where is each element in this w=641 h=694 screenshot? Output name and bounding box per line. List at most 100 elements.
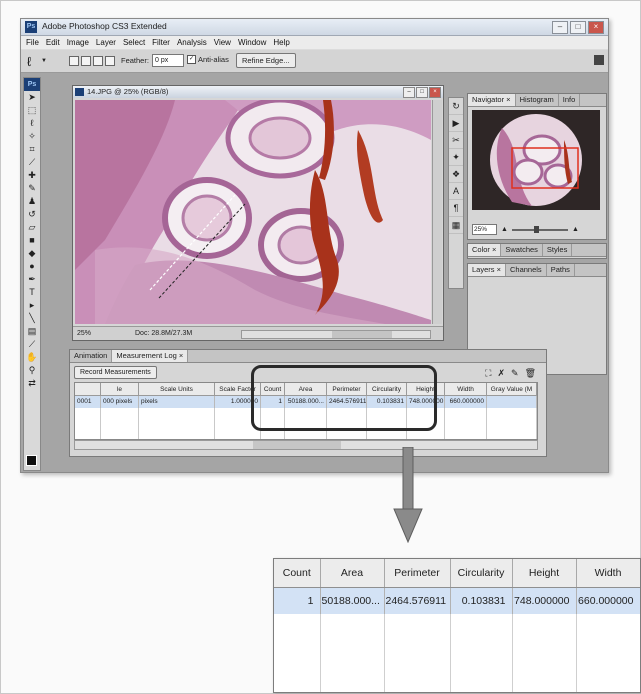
column-header[interactable] — [75, 383, 101, 396]
menu-filter[interactable]: Filter — [152, 38, 170, 47]
zoomed-header-row: Count Area Perimeter Circularity Height … — [274, 559, 640, 588]
tool-presets-icon[interactable]: ✂ — [449, 132, 463, 149]
info-panel-icon[interactable]: ▦ — [449, 217, 463, 234]
log-horizontal-scrollbar[interactable] — [74, 440, 538, 450]
hand-tool-icon[interactable]: ✋ — [24, 351, 40, 364]
history-panel-icon[interactable]: ↻ — [449, 98, 463, 115]
intersect-selection-icon[interactable] — [105, 56, 115, 66]
brushes-panel-icon[interactable]: ✦ — [449, 149, 463, 166]
menu-layer[interactable]: Layer — [96, 38, 116, 47]
zoom-in-icon[interactable]: ▲ — [572, 226, 579, 233]
tab-histogram[interactable]: Histogram — [516, 94, 559, 106]
menu-view[interactable]: View — [214, 38, 231, 47]
marquee-tool-icon[interactable]: ⬚ — [24, 104, 40, 117]
brush-tool-icon[interactable]: ✎ — [24, 182, 40, 195]
menu-analysis[interactable]: Analysis — [177, 38, 207, 47]
history-brush-icon[interactable]: ↺ — [24, 208, 40, 221]
gradient-tool-icon[interactable]: ■ — [24, 234, 40, 247]
tool-preset-dropdown-icon[interactable]: ▼ — [41, 58, 47, 64]
record-measurements-button[interactable]: Record Measurements — [74, 366, 157, 379]
navigator-thumbnail[interactable] — [472, 110, 600, 210]
scrollbar-thumb[interactable] — [332, 331, 392, 338]
color-swap-icon[interactable]: ⇄ — [24, 377, 40, 390]
doc-maximize-button[interactable]: □ — [416, 87, 428, 98]
zoom-tool-icon[interactable]: ⚲ — [24, 364, 40, 377]
scrollbar-thumb[interactable] — [253, 441, 341, 449]
tab-animation[interactable]: Animation — [70, 350, 113, 362]
antialias-checkbox[interactable]: ✓ Anti-alias — [187, 55, 229, 64]
navigator-zoom-slider[interactable] — [511, 225, 568, 233]
workspace-icon[interactable] — [594, 55, 604, 65]
table-cell: 000 pixels — [101, 396, 139, 408]
path-selection-icon[interactable]: ▸ — [24, 299, 40, 312]
maximize-button[interactable]: □ — [570, 21, 586, 34]
menu-select[interactable]: Select — [123, 38, 145, 47]
navigator-zoom-input[interactable]: 25% — [472, 224, 497, 235]
new-selection-icon[interactable] — [69, 56, 79, 66]
subtract-selection-icon[interactable] — [93, 56, 103, 66]
image-canvas[interactable] — [75, 100, 431, 324]
paragraph-panel-icon[interactable]: ¶ — [449, 200, 463, 217]
menu-edit[interactable]: Edit — [46, 38, 60, 47]
line-tool-icon[interactable]: ╲ — [24, 312, 40, 325]
close-button[interactable]: × — [588, 21, 604, 34]
table-cell: 0001 — [75, 396, 101, 408]
table-cell — [487, 396, 537, 408]
document-zoom-value[interactable]: 25% — [77, 327, 91, 340]
antialias-label: Anti-alias — [198, 55, 229, 64]
zoom-out-icon[interactable]: ▲ — [501, 226, 508, 233]
menu-file[interactable]: File — [26, 38, 39, 47]
lasso-tool-icon[interactable]: ℓ — [27, 54, 31, 69]
type-tool-icon[interactable]: T — [24, 286, 40, 299]
lasso-tool-icon[interactable]: ℓ — [24, 117, 40, 130]
minimize-button[interactable]: – — [552, 21, 568, 34]
refine-edge-button[interactable]: Refine Edge... — [236, 53, 296, 68]
add-to-selection-icon[interactable] — [81, 56, 91, 66]
doc-minimize-button[interactable]: – — [403, 87, 415, 98]
column-header[interactable]: Gray Value (M — [487, 383, 537, 396]
slice-tool-icon[interactable]: ⟋ — [24, 156, 40, 169]
tab-layers[interactable]: Layers × — [468, 264, 506, 276]
column-header[interactable]: le — [101, 383, 139, 396]
tab-navigator[interactable]: Navigator × — [468, 94, 516, 106]
eraser-tool-icon[interactable]: ▱ — [24, 221, 40, 234]
tab-info[interactable]: Info — [559, 94, 581, 106]
actions-panel-icon[interactable]: ▶ — [449, 115, 463, 132]
eyedropper-icon[interactable]: ⟋ — [24, 338, 40, 351]
deselect-icon[interactable]: ✗ — [497, 368, 505, 379]
tab-styles[interactable]: Styles — [543, 244, 573, 256]
slider-thumb[interactable] — [533, 225, 539, 233]
menu-help[interactable]: Help — [273, 38, 289, 47]
document-icon — [75, 88, 84, 96]
doc-close-button[interactable]: × — [429, 87, 441, 98]
menu-window[interactable]: Window — [238, 38, 266, 47]
figure-frame: Ps Adobe Photoshop CS3 Extended – □ × Fi… — [0, 0, 641, 694]
tab-paths[interactable]: Paths — [547, 264, 575, 276]
notes-tool-icon[interactable]: ▤ — [24, 325, 40, 338]
magic-wand-icon[interactable]: ✧ — [24, 130, 40, 143]
column-header[interactable]: Width — [445, 383, 487, 396]
character-panel-icon[interactable]: A — [449, 183, 463, 200]
column-header[interactable]: Scale Units — [139, 383, 215, 396]
document-vertical-scrollbar[interactable] — [432, 100, 442, 324]
tab-swatches[interactable]: Swatches — [501, 244, 543, 256]
foreground-color-swatch[interactable] — [26, 455, 37, 466]
healing-brush-icon[interactable]: ✚ — [24, 169, 40, 182]
tab-color[interactable]: Color × — [468, 244, 502, 256]
clone-source-icon[interactable]: ❖ — [449, 166, 463, 183]
select-all-icon[interactable]: ⛶ — [485, 368, 491, 379]
move-tool-icon[interactable]: ➤ — [24, 91, 40, 104]
feather-input[interactable]: 0 px — [152, 54, 184, 67]
export-icon[interactable]: ✎ — [511, 368, 519, 379]
pen-tool-icon[interactable]: ✒ — [24, 273, 40, 286]
clone-stamp-icon[interactable]: ♟ — [24, 195, 40, 208]
tab-channels[interactable]: Channels — [506, 264, 547, 276]
blur-tool-icon[interactable]: ◆ — [24, 247, 40, 260]
dodge-tool-icon[interactable]: ● — [24, 260, 40, 273]
crop-tool-icon[interactable]: ⌗ — [24, 143, 40, 156]
tab-measurement-log[interactable]: Measurement Log × — [112, 350, 189, 362]
zoomed-cell: 50188.000... — [320, 587, 385, 614]
trash-icon[interactable]: 🗑 — [525, 368, 536, 379]
document-horizontal-scrollbar[interactable] — [241, 330, 431, 339]
menu-image[interactable]: Image — [67, 38, 89, 47]
